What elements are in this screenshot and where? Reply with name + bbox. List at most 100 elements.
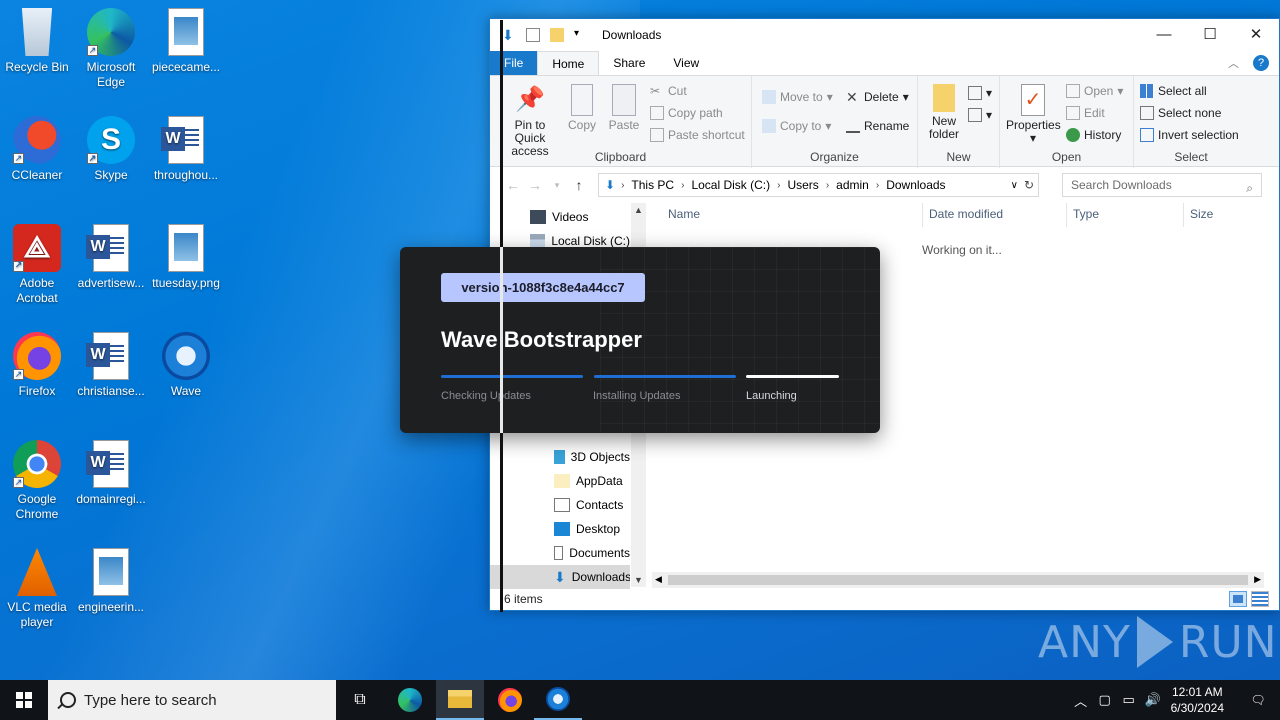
copy-to-button[interactable]: Copy to ▾ bbox=[762, 119, 831, 133]
tab-home[interactable]: Home bbox=[537, 51, 600, 75]
task-view-button[interactable]: ⧉ bbox=[336, 680, 384, 720]
nav-item-downloads[interactable]: ⬇ Downloads bbox=[490, 565, 630, 589]
edit-button[interactable]: Edit bbox=[1066, 106, 1105, 120]
properties-button[interactable]: ✓ Properties ▾ bbox=[1006, 84, 1061, 145]
scroll-right-icon[interactable]: ▶ bbox=[1254, 574, 1261, 585]
column-date-modified[interactable]: Date modified bbox=[929, 207, 1003, 221]
chevron-up-icon[interactable]: ︿ bbox=[1228, 55, 1239, 71]
nav-item-documents[interactable]: Documents bbox=[490, 541, 630, 565]
select-none-button[interactable]: Select none bbox=[1140, 106, 1221, 120]
pin-to-quick-access-button[interactable]: 📌 Pin to Quick access bbox=[500, 84, 560, 158]
rename-button[interactable]: Rename bbox=[846, 119, 909, 133]
folder-icon[interactable] bbox=[550, 28, 564, 42]
start-button[interactable] bbox=[0, 680, 48, 720]
desktop-icon-ccleaner[interactable]: ↗ CCleaner bbox=[0, 116, 74, 183]
column-size[interactable]: Size bbox=[1190, 207, 1213, 221]
open-button[interactable]: Open ▾ bbox=[1066, 84, 1123, 98]
desktop-icon-chrome[interactable]: ↗ Google Chrome bbox=[0, 440, 74, 522]
column-name[interactable]: Name bbox=[668, 207, 700, 221]
desktop-icon-recycle-bin[interactable]: Recycle Bin bbox=[0, 8, 74, 75]
column-separator[interactable] bbox=[922, 203, 923, 227]
paste-shortcut-button[interactable]: Paste shortcut bbox=[650, 128, 745, 142]
maximize-button[interactable]: ☐ bbox=[1187, 19, 1233, 51]
copy-path-button[interactable]: Copy path bbox=[650, 106, 723, 120]
forward-arrow-icon[interactable]: → bbox=[524, 177, 546, 193]
horizontal-scrollbar[interactable]: ◀ ▶ bbox=[652, 572, 1264, 588]
taskbar-wave[interactable] bbox=[534, 680, 582, 720]
volume-icon[interactable]: 🔊 bbox=[1141, 692, 1165, 708]
select-all-button[interactable]: Select all bbox=[1140, 84, 1207, 98]
network-icon[interactable]: ▭ bbox=[1117, 692, 1141, 708]
desktop-icon-word-doc[interactable]: advertisew... bbox=[74, 224, 148, 291]
minimize-button[interactable]: — bbox=[1141, 19, 1187, 51]
nav-item-3d-objects[interactable]: 3D Objects bbox=[490, 445, 630, 469]
quick-access-dropdown-icon[interactable]: ▾ bbox=[574, 28, 588, 42]
desktop-icon-image-file[interactable]: piececame... bbox=[149, 8, 223, 75]
help-icon[interactable]: ? bbox=[1253, 55, 1269, 71]
title-bar[interactable]: ⬇ ▾ Downloads — ☐ ✕ bbox=[490, 19, 1279, 51]
easy-access-button[interactable]: ▾ bbox=[968, 108, 992, 122]
recent-locations-icon[interactable]: ▾ bbox=[546, 180, 568, 191]
wave-bootstrapper-window[interactable]: version-1088f3c8e4a44cc7 Wave Bootstrapp… bbox=[400, 247, 880, 433]
address-field[interactable]: ⬇ › This PC › Local Disk (C:) › Users › … bbox=[598, 173, 1039, 197]
nav-item-videos[interactable]: Videos bbox=[490, 205, 630, 229]
desktop-icon-vlc[interactable]: VLC media player bbox=[0, 548, 74, 630]
breadcrumb-users[interactable]: Users bbox=[787, 178, 818, 192]
copy-button[interactable]: Copy bbox=[562, 84, 602, 132]
column-separator[interactable] bbox=[1183, 203, 1184, 227]
desktop-icon-acrobat[interactable]: ⟁ ↗ Adobe Acrobat bbox=[0, 224, 74, 306]
refresh-icon[interactable]: ↻ bbox=[1024, 178, 1034, 192]
history-button[interactable]: History bbox=[1066, 128, 1121, 142]
paste-button[interactable]: Paste bbox=[604, 84, 644, 132]
taskbar-file-explorer[interactable] bbox=[436, 680, 484, 720]
scroll-up-icon[interactable]: ▲ bbox=[631, 205, 646, 215]
tab-view[interactable]: View bbox=[659, 51, 713, 75]
notification-center-icon[interactable]: 🗨 bbox=[1236, 693, 1280, 707]
select-none-icon bbox=[1140, 106, 1154, 120]
desktop-icon-word-doc[interactable]: christianse... bbox=[74, 332, 148, 399]
breadcrumb-local-disk[interactable]: Local Disk (C:) bbox=[691, 178, 770, 192]
desktop-icon-image-file[interactable]: engineerin... bbox=[74, 548, 148, 615]
cut-button[interactable]: ✂ Cut bbox=[650, 84, 687, 98]
tab-file[interactable]: File bbox=[490, 51, 538, 75]
search-input[interactable]: Search Downloads ⌕ bbox=[1062, 173, 1262, 197]
properties-checklist-icon[interactable] bbox=[526, 28, 540, 42]
desktop-icon-word-doc[interactable]: throughou... bbox=[149, 116, 223, 183]
scroll-left-icon[interactable]: ◀ bbox=[655, 574, 662, 585]
delete-label: Delete bbox=[864, 90, 899, 104]
address-dropdown-icon[interactable]: ∨ bbox=[1011, 180, 1018, 191]
scrollbar-thumb[interactable] bbox=[668, 575, 1248, 585]
desktop-icon-word-doc[interactable]: domainregi... bbox=[74, 440, 148, 507]
breadcrumb-downloads[interactable]: Downloads bbox=[886, 178, 945, 192]
close-button[interactable]: ✕ bbox=[1233, 19, 1279, 51]
desktop-icon-edge[interactable]: ↗ Microsoft Edge bbox=[74, 8, 148, 90]
move-to-button[interactable]: Move to ▾ bbox=[762, 90, 833, 104]
breadcrumb-admin[interactable]: admin bbox=[836, 178, 869, 192]
column-separator[interactable] bbox=[1066, 203, 1067, 227]
desktop-icon-image-file[interactable]: ttuesday.png bbox=[149, 224, 223, 291]
delete-button[interactable]: ✕ Delete ▾ bbox=[846, 90, 909, 104]
new-folder-button[interactable]: New folder bbox=[924, 84, 964, 141]
device-icon[interactable]: ▢ bbox=[1093, 692, 1117, 708]
up-arrow-icon[interactable]: ↑ bbox=[568, 177, 590, 193]
invert-selection-button[interactable]: Invert selection bbox=[1140, 128, 1239, 142]
back-arrow-icon[interactable]: ← bbox=[502, 177, 524, 193]
nav-item-desktop[interactable]: Desktop bbox=[490, 517, 630, 541]
desktop-icon-wave[interactable]: Wave bbox=[149, 332, 223, 399]
large-icons-view-icon[interactable] bbox=[1251, 591, 1269, 607]
taskbar-search-box[interactable]: Type here to search bbox=[48, 680, 336, 720]
taskbar-firefox[interactable] bbox=[486, 680, 534, 720]
chevron-up-icon[interactable]: ︿ bbox=[1069, 691, 1093, 710]
clock[interactable]: 12:01 AM 6/30/2024 bbox=[1171, 684, 1224, 716]
taskbar-edge[interactable] bbox=[386, 680, 434, 720]
details-view-icon[interactable] bbox=[1229, 591, 1247, 607]
tab-share[interactable]: Share bbox=[599, 51, 659, 75]
column-type[interactable]: Type bbox=[1073, 207, 1099, 221]
nav-item-appdata[interactable]: AppData bbox=[490, 469, 630, 493]
new-item-button[interactable]: ▾ bbox=[968, 86, 992, 100]
scroll-down-icon[interactable]: ▼ bbox=[631, 575, 646, 585]
desktop-icon-firefox[interactable]: ↗ Firefox bbox=[0, 332, 74, 399]
breadcrumb-this-pc[interactable]: This PC bbox=[631, 178, 674, 192]
desktop-icon-skype[interactable]: S ↗ Skype bbox=[74, 116, 148, 183]
nav-item-contacts[interactable]: Contacts bbox=[490, 493, 630, 517]
